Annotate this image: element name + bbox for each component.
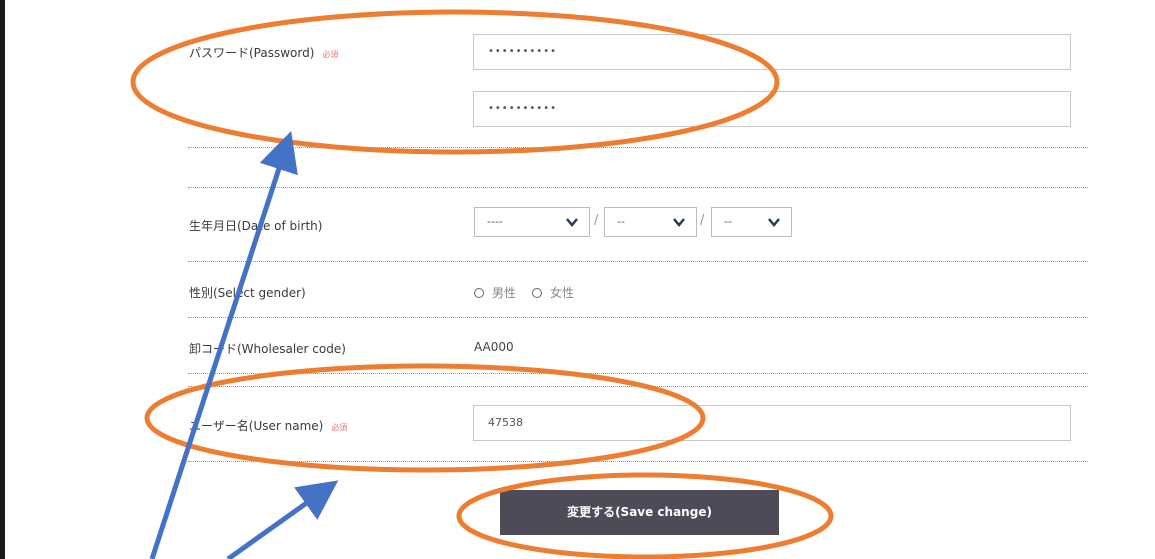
gender-female-label: 女性 [550, 286, 575, 300]
chevron-down-icon [566, 218, 578, 227]
password-confirm-input[interactable]: •••••••••• [473, 91, 1071, 127]
birth-month-select[interactable]: -- [604, 207, 697, 237]
divider [188, 261, 1088, 262]
birth-label: 生年月日(Date of birth) [189, 219, 323, 233]
birth-year-value: ---- [487, 215, 503, 228]
birth-year-select[interactable]: ---- [474, 207, 590, 237]
gender-male-radio[interactable] [474, 287, 484, 298]
username-input[interactable]: 47538 [473, 405, 1071, 441]
wholesaler-code-value: AA000 [474, 340, 514, 354]
chevron-down-icon [673, 218, 685, 227]
birth-month-value: -- [617, 215, 625, 228]
gender-male-label: 男性 [492, 286, 517, 300]
date-separator: / [700, 213, 705, 228]
chevron-down-icon [768, 218, 780, 227]
gender-label: 性別(Select gender) [189, 286, 306, 300]
wholesaler-label: 卸コード(Wholesaler code) [189, 342, 346, 356]
divider [188, 461, 1088, 462]
required-badge: 必須 [322, 50, 339, 59]
username-label: ユーザー名(User name) 必須 [189, 419, 348, 433]
birth-day-value: -- [724, 215, 732, 228]
account-form: パスワード(Password) 必須 •••••••••• •••••••••• … [0, 0, 1155, 559]
divider [188, 373, 1088, 374]
birth-day-select[interactable]: -- [711, 207, 792, 237]
divider [188, 317, 1088, 318]
gender-radio-group: 男性 女性 [474, 284, 590, 301]
divider [188, 147, 1088, 148]
divider [188, 187, 1088, 188]
divider [188, 386, 1088, 387]
password-input[interactable]: •••••••••• [473, 34, 1071, 70]
password-label: パスワード(Password) 必須 [189, 46, 339, 60]
date-separator: / [594, 213, 599, 228]
required-badge: 必須 [331, 423, 348, 432]
save-change-button[interactable]: 変更する(Save change) [500, 490, 779, 535]
gender-female-radio[interactable] [532, 287, 543, 298]
